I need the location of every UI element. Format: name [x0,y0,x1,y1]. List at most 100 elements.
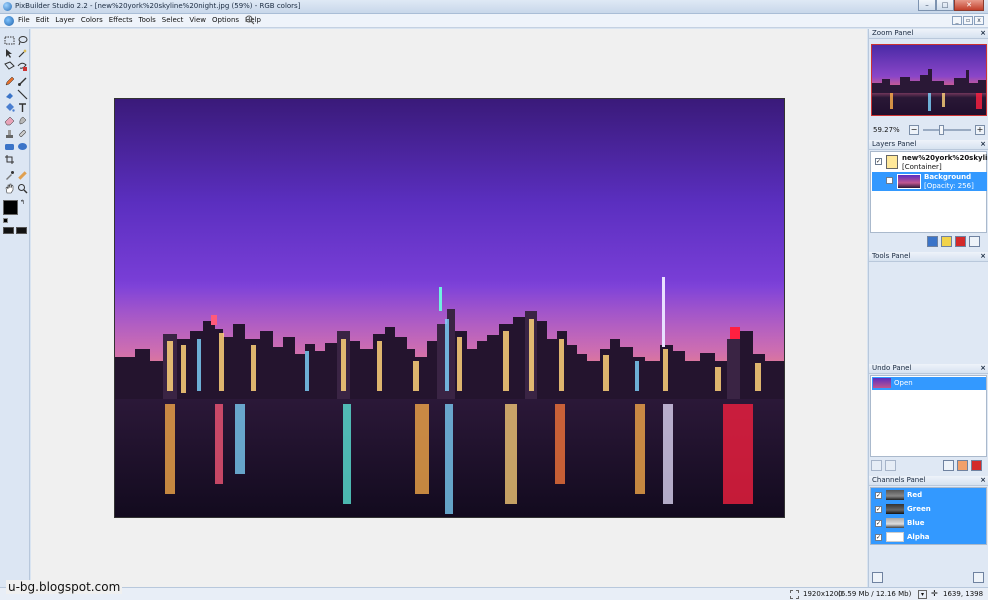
fill-bucket-icon[interactable] [4,102,15,113]
layers-panel-close-icon[interactable]: × [980,140,986,148]
channel-row[interactable]: ✓ Green [872,503,986,516]
canvas-area[interactable] [31,29,867,587]
undo-panel-header: Undo Panel × [869,364,988,374]
channel-thumbnail [886,532,904,542]
app-logo-icon[interactable] [4,16,14,26]
close-button[interactable]: ✕ [954,0,984,11]
menu-bar: File Edit Layer Colors Effects Tools Sel… [0,14,988,28]
delete-state-button[interactable] [971,460,982,471]
quickmask-on-button[interactable] [16,227,27,234]
title-bar: PixBuilder Studio 2.2 - [new%20york%20sk… [0,0,988,14]
new-layer-button[interactable] [927,236,938,247]
tools-panel-close-icon[interactable]: × [980,252,986,260]
zoom-value: 59.27% [873,126,900,134]
text-icon[interactable] [17,102,28,113]
layer-row[interactable]: ✓ Background [Opacity: 256] [872,172,987,191]
zoom-panel-close-icon[interactable]: × [980,29,986,37]
layer-row[interactable]: ✓ new%20york%20skylin... [Container] [872,153,988,172]
menu-colors[interactable]: Colors [81,16,103,24]
status-dropdown-icon[interactable]: ▾ [918,590,927,599]
crop-icon[interactable] [4,154,15,165]
brush-icon[interactable] [17,76,28,87]
doc-close-button[interactable]: x [974,16,984,25]
new-document-button[interactable] [943,460,954,471]
watermark-text: u-bg.blogspot.com [6,580,123,594]
new-container-button[interactable] [941,236,952,247]
layers-list: ✓ new%20york%20skylin... [Container] ✓ B… [870,151,988,233]
minimize-button[interactable]: – [918,0,936,11]
layer-visibility-checkbox[interactable]: ✓ [875,158,882,165]
layer-properties-button[interactable] [969,236,980,247]
channel-mask-button[interactable] [872,572,883,583]
menu-select[interactable]: Select [162,16,184,24]
move-icon[interactable] [4,48,15,59]
container-icon [886,155,898,169]
undo-item-thumbnail [873,378,891,388]
eyedropper-icon[interactable] [4,170,15,181]
zoom-preview[interactable] [871,44,987,116]
menu-view[interactable]: View [189,16,206,24]
search-icon[interactable] [245,15,255,25]
channel-row[interactable]: ✓ Red [872,489,986,502]
zoom-panel-header: Zoom Panel × [869,29,988,39]
lasso-icon[interactable] [17,35,28,46]
status-bar: 1920x1200 (6.59 Mb / 12.16 Mb) ▾ ✛ 1639,… [0,587,988,600]
magnetic-lasso-icon[interactable] [17,61,28,72]
layer-name: Background [924,173,972,181]
menu-effects[interactable]: Effects [109,16,133,24]
channel-visibility-checkbox[interactable]: ✓ [875,506,882,513]
zoom-slider-track[interactable] [923,129,971,131]
menu-options[interactable]: Options [212,16,239,24]
pencil-icon[interactable] [4,76,15,87]
image-size: 1920x1200 [803,590,843,598]
quickmask-off-button[interactable] [3,227,14,234]
channel-name: Red [907,491,923,499]
rect-select-icon[interactable] [4,35,15,46]
measure-icon[interactable] [17,170,28,181]
channels-panel-close-icon[interactable]: × [980,476,986,484]
channel-options-button[interactable] [973,572,984,583]
app-icon [3,2,12,11]
image-size-icon [790,590,799,599]
zoom-out-button[interactable]: − [909,125,919,135]
layer-subtitle: [Opacity: 256] [924,182,974,190]
hand-icon[interactable] [4,183,15,194]
magic-wand-icon[interactable] [17,48,28,59]
channel-visibility-checkbox[interactable]: ✓ [875,520,882,527]
zoom-in-button[interactable]: + [975,125,985,135]
swap-colors-icon[interactable]: ↰ [20,200,26,206]
channel-row[interactable]: ✓ Alpha [872,531,986,544]
foreground-color-swatch[interactable] [3,200,18,215]
poly-lasso-icon[interactable] [4,61,15,72]
line-icon[interactable] [17,89,28,100]
eraser-icon[interactable] [4,115,15,126]
menu-edit[interactable]: Edit [36,16,50,24]
smudge-icon[interactable] [17,115,28,126]
zoom-slider-handle[interactable] [939,125,944,135]
doc-restore-button[interactable]: ▫ [963,16,973,25]
image-canvas[interactable] [114,98,785,518]
menu-file[interactable]: File [18,16,30,24]
maximize-button[interactable]: □ [936,0,954,11]
healing-icon[interactable] [17,128,28,139]
channel-row[interactable]: ✓ Blue [872,517,986,530]
channel-name: Green [907,505,931,513]
default-colors-icon[interactable] [3,218,8,223]
delete-layer-button[interactable] [955,236,966,247]
menu-tools[interactable]: Tools [139,16,156,24]
channel-visibility-checkbox[interactable]: ✓ [875,534,882,541]
undo-panel-close-icon[interactable]: × [980,364,986,372]
undo-item[interactable]: Open [872,377,986,390]
redo-button[interactable] [885,460,896,471]
channel-visibility-checkbox[interactable]: ✓ [875,492,882,499]
zoom-icon[interactable] [17,183,28,194]
rect-shape-icon[interactable] [4,141,15,152]
undo-button[interactable] [871,460,882,471]
snapshot-button[interactable] [957,460,968,471]
layer-visibility-checkbox[interactable]: ✓ [886,177,893,184]
eraser-brush-icon[interactable] [4,89,15,100]
ellipse-shape-icon[interactable] [17,141,28,152]
menu-layer[interactable]: Layer [55,16,75,24]
doc-minimize-button[interactable]: _ [952,16,962,25]
clone-stamp-icon[interactable] [4,128,15,139]
